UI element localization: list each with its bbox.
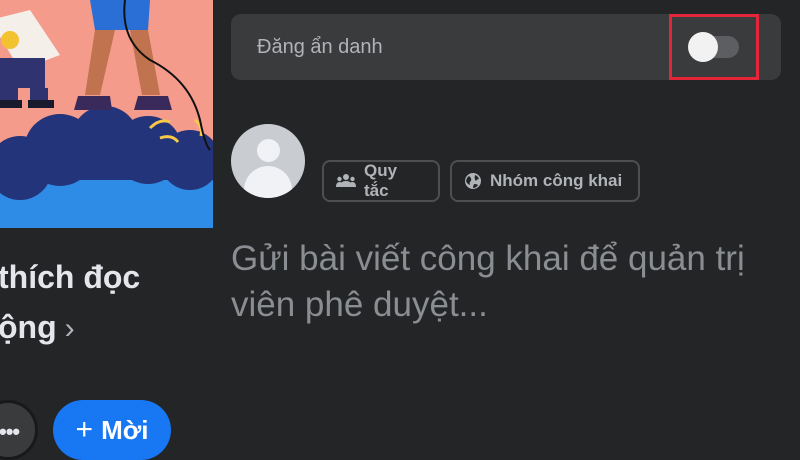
group-cover-image [0,0,213,228]
group-name[interactable]: thích đọc ộng › [0,252,218,354]
group-name-line-2: ộng [0,309,57,345]
group-name-line-1: thích đọc [0,259,141,295]
plus-icon: + [75,413,94,446]
user-avatar [231,124,305,198]
anonymous-post-label: Đăng ẩn danh [257,36,383,58]
public-group-chip-label: Nhóm công khai [490,171,623,190]
globe-icon [465,173,481,189]
member-avatar-more[interactable]: ••• [0,400,38,460]
rules-chip[interactable]: Quy tắc [322,160,440,202]
more-dots-icon: ••• [0,419,20,444]
public-group-chip[interactable]: Nhóm công khai [450,160,640,202]
avatar-head-shape [257,139,280,162]
rules-chip-label: Quy tắc [364,161,398,200]
invite-button[interactable]: + Mời [53,400,171,460]
post-composer-placeholder[interactable]: Gửi bài viết công khai để quản trị viên … [231,236,771,328]
invite-button-label: Mời [101,414,149,445]
avatar-body-shape [244,166,292,198]
chevron-right-icon: › [64,312,75,345]
highlight-annotation-box [669,14,759,80]
people-icon [336,174,356,187]
